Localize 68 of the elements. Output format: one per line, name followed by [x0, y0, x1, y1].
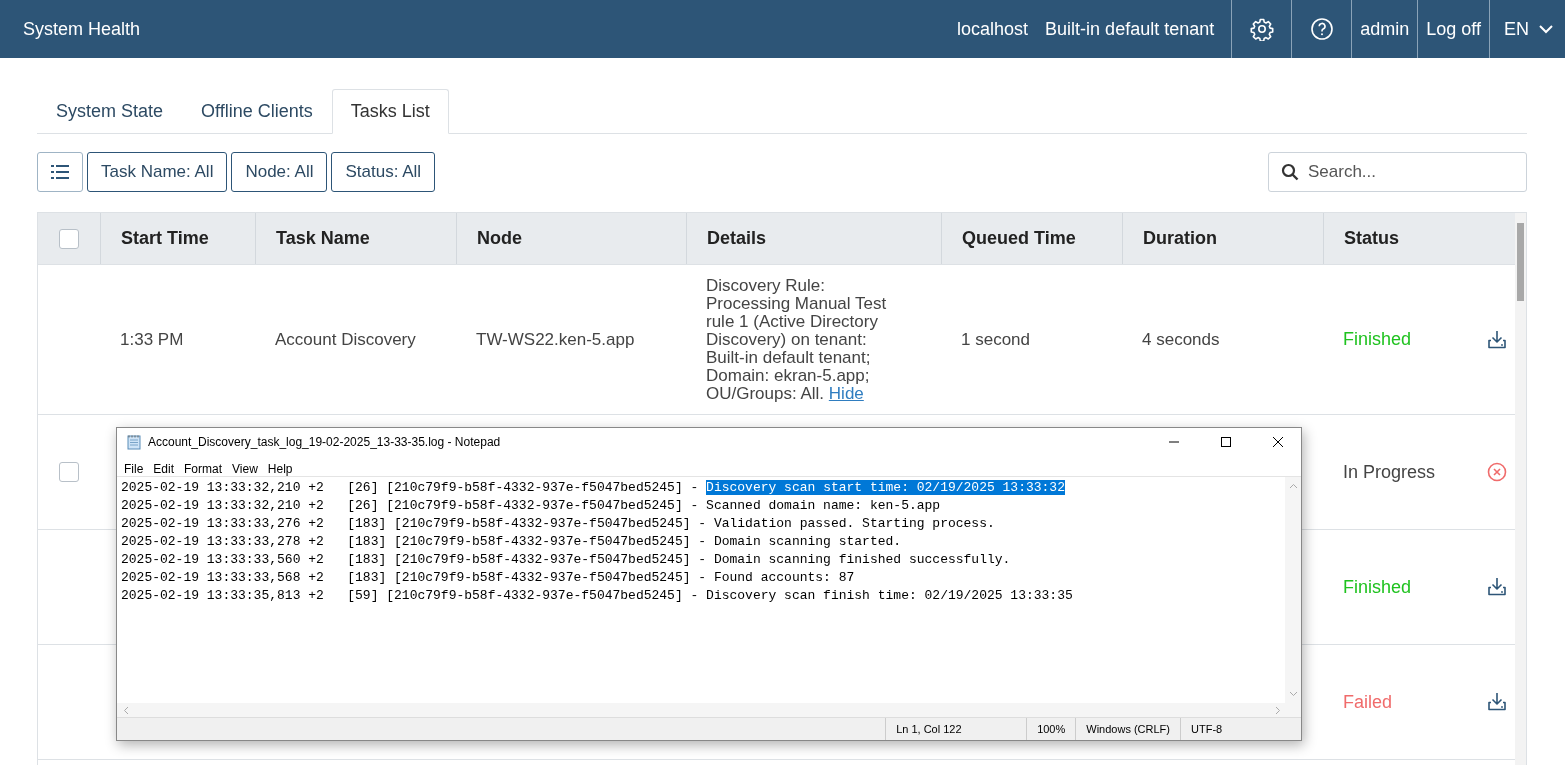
select-all-checkbox[interactable] [59, 228, 79, 249]
app-title: System Health [22, 18, 141, 40]
status-text: In Progress [1343, 461, 1436, 483]
menu-item[interactable]: View [227, 462, 263, 476]
table-cell: 1 second [961, 329, 1030, 350]
status-text: Failed [1343, 691, 1393, 713]
status-text: Finished [1343, 576, 1412, 598]
column-header[interactable]: Node [456, 213, 686, 264]
menu-item[interactable]: Format [179, 462, 228, 476]
tab[interactable]: Offline Clients [182, 89, 332, 134]
log-line: 2025-02-19 13:33:35,813 +2 [59] [210c79f9-b58f-4332-937e-f5047bed5245] - Discovery scan finish time: 02/19/2025 13:33:35 [121, 587, 1074, 605]
horizontal-scrollbar[interactable] [117, 703, 1301, 717]
help-icon [1309, 17, 1334, 41]
column-header[interactable]: Queued Time [941, 213, 1122, 264]
table-cell: Account Discovery [275, 329, 416, 350]
log-line: 2025-02-19 13:33:33,276 +2 [183] [210c79f9-b58f-4332-937e-f5047bed5245] - Validation passed. Starting process. [121, 515, 996, 533]
menu-item[interactable]: Edit [148, 462, 180, 476]
status-bar-item: 100% [1026, 718, 1076, 740]
window-title: Account_Discovery_task_log_19-02-2025_13-33-35.log - Notepad [148, 435, 501, 449]
column-header[interactable]: Details [686, 213, 941, 264]
log-line: 2025-02-19 13:33:32,210 +2 [26] [210c79f9-b58f-4332-937e-f5047bed5245] - Scanned domain name: ken-5.app [121, 497, 942, 515]
notepad-icon [126, 434, 142, 450]
vertical-scrollbar[interactable] [1285, 477, 1301, 703]
scrollbar[interactable] [1515, 213, 1526, 765]
table-cell: 4 seconds [1142, 329, 1220, 350]
log-line: 2025-02-19 13:33:33,278 +2 [183] [210c79f9-b58f-4332-937e-f5047bed5245] - Domain scanning started. [121, 533, 903, 551]
logoff-link[interactable]: Log off [1417, 0, 1489, 58]
table-cell: TW-WS22.ken-5.app [476, 329, 635, 350]
download-icon[interactable] [1487, 692, 1507, 712]
status-bar-item: Ln 1, Col 122 [885, 718, 1027, 740]
cancel-icon[interactable] [1487, 462, 1507, 482]
table-cell: 1:33 PM [120, 329, 184, 350]
filter-button[interactable]: Task Name: All [87, 152, 228, 192]
download-icon[interactable] [1487, 329, 1507, 350]
tab[interactable]: System State [37, 89, 183, 134]
log-line: 2025-02-19 13:33:32,210 +2 [26] [210c79f9-b58f-4332-937e-f5047bed5245] - Discovery scan start time: 02/19/2025 13:33:32 [121, 479, 1066, 497]
scroll-left-icon[interactable] [123, 705, 129, 715]
menu-item[interactable]: File [119, 462, 149, 476]
column-list-button[interactable] [37, 152, 83, 192]
download-icon[interactable] [1487, 577, 1507, 597]
scroll-up-icon[interactable] [1288, 483, 1298, 489]
status-bar-item: UTF-8 [1180, 718, 1301, 740]
search-field[interactable]: Search... [1268, 152, 1527, 192]
status-text: Finished [1343, 329, 1412, 350]
filter-button[interactable]: Node: All [231, 152, 328, 192]
log-line: 2025-02-19 13:33:33,560 +2 [183] [210c79f9-b58f-4332-937e-f5047bed5245] - Domain scanning finished successfully. [121, 551, 1012, 569]
tenant-name: Built-in default tenant [1045, 18, 1215, 40]
settings-icon [1249, 17, 1274, 41]
log-line: 2025-02-19 13:33:33,568 +2 [183] [210c79f9-b58f-4332-937e-f5047bed5245] - Found accounts: 87 [121, 569, 856, 587]
host-name: localhost [957, 18, 1029, 40]
row-checkbox[interactable] [59, 462, 79, 482]
user-menu[interactable]: admin [1351, 0, 1418, 58]
tab[interactable]: Tasks List [331, 89, 449, 134]
chevron-down-icon [1539, 24, 1553, 34]
status-bar-item: Windows (CRLF) [1075, 718, 1180, 740]
column-header[interactable]: Task Name [255, 213, 456, 264]
scroll-down-icon[interactable] [1288, 691, 1298, 697]
close-icon [1272, 436, 1284, 448]
column-header[interactable]: Duration [1122, 213, 1323, 264]
details-text: Discovery Rule: Processing Manual Test rule 1 (Active Directory Discovery) on tenant: Built-in default tenant; Domain: ekran-5.app; OU/Groups: All. Hide [706, 276, 888, 403]
filter-button[interactable]: Status: All [331, 152, 436, 192]
hide-link[interactable]: Hide [828, 383, 864, 403]
menu-item[interactable]: Help [262, 462, 298, 476]
column-header[interactable]: Start Time [100, 213, 255, 264]
scroll-right-icon[interactable] [1275, 705, 1281, 715]
maximize-icon [1220, 436, 1232, 448]
list-icon [51, 165, 69, 179]
language-dropdown[interactable]: EN [1489, 0, 1565, 58]
